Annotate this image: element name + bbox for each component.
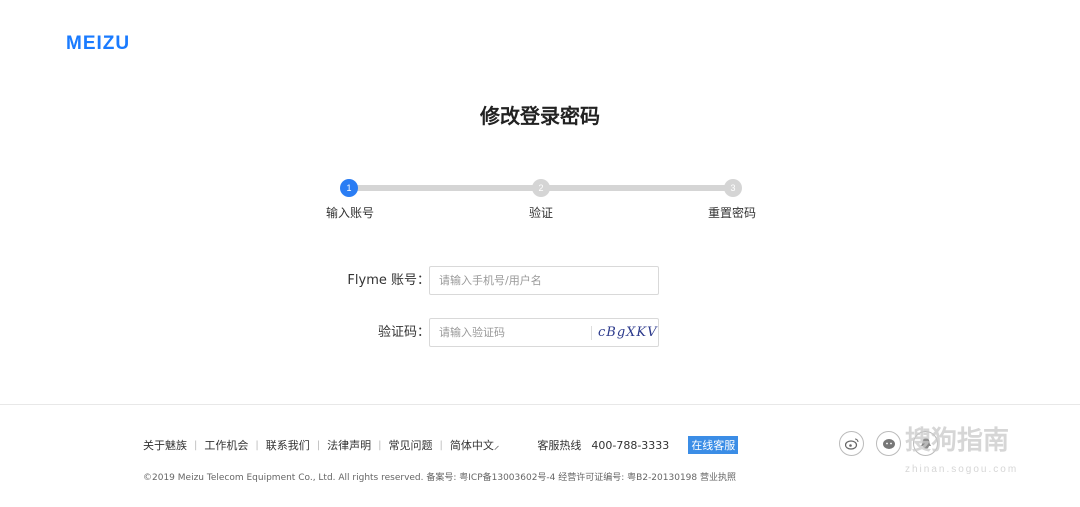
account-row: Flyme 账号： bbox=[0, 266, 1080, 296]
footer-link-contact[interactable]: 联系我们 bbox=[266, 437, 310, 453]
copyright-text: ©2019 Meizu Telecom Equipment Co., Ltd. … bbox=[143, 473, 736, 483]
step-3-label: 重置密码 bbox=[707, 206, 757, 220]
captcha-image[interactable]: cBgXKV bbox=[598, 322, 657, 344]
captcha-field-box: cBgXKV bbox=[429, 318, 659, 347]
link-separator: | bbox=[439, 439, 443, 451]
language-selector[interactable]: 简体中文⸝ bbox=[450, 437, 500, 453]
watermark: 搜狗指南 bbox=[905, 426, 1010, 456]
step-2-dot: 2 bbox=[532, 179, 550, 197]
footer-divider bbox=[0, 404, 1080, 405]
wechat-icon[interactable] bbox=[876, 431, 901, 456]
step-3-dot: 3 bbox=[724, 179, 742, 197]
footer-link-jobs[interactable]: 工作机会 bbox=[204, 437, 248, 453]
footer-link-legal[interactable]: 法律声明 bbox=[327, 437, 371, 453]
weibo-icon[interactable] bbox=[839, 431, 864, 456]
step-1-dot: 1 bbox=[340, 179, 358, 197]
footer-link-about[interactable]: 关于魅族 bbox=[143, 437, 187, 453]
account-input[interactable] bbox=[430, 267, 658, 294]
captcha-row: 验证码： cBgXKV bbox=[0, 318, 1080, 348]
account-label: Flyme 账号： bbox=[347, 273, 430, 288]
footer-link-faq[interactable]: 常见问题 bbox=[389, 437, 433, 453]
captcha-input[interactable] bbox=[430, 319, 590, 346]
page-title: 修改登录密码 bbox=[480, 104, 600, 128]
captcha-divider bbox=[591, 326, 592, 340]
link-separator: | bbox=[255, 439, 259, 451]
link-separator: | bbox=[316, 439, 321, 451]
online-service-button[interactable]: 在线客服 bbox=[688, 436, 739, 454]
step-progress: 1 2 3 输入账号 验证 重置密码 bbox=[326, 179, 756, 220]
meizu-logo[interactable]: MEIZU bbox=[66, 33, 130, 55]
footer-links: 关于魅族 | 工作机会 | 联系我们 | 法律声明 | 常见问题 | 简体中文⸝… bbox=[143, 436, 739, 454]
language-label: 简体中文 bbox=[449, 439, 494, 452]
link-separator: | bbox=[378, 439, 382, 451]
step-2-label: 验证 bbox=[528, 206, 554, 220]
account-field-box bbox=[429, 266, 659, 295]
hotline-label: 客服热线 bbox=[537, 439, 582, 452]
link-separator: | bbox=[194, 439, 198, 451]
captcha-label: 验证码： bbox=[377, 325, 430, 340]
hotline-number: 400-788-3333 bbox=[591, 438, 670, 452]
step-1-label: 输入账号 bbox=[325, 206, 375, 220]
language-dropdown-icon: ⸝ bbox=[493, 439, 500, 452]
watermark-url: zhinan.sogou.com bbox=[905, 464, 1019, 475]
